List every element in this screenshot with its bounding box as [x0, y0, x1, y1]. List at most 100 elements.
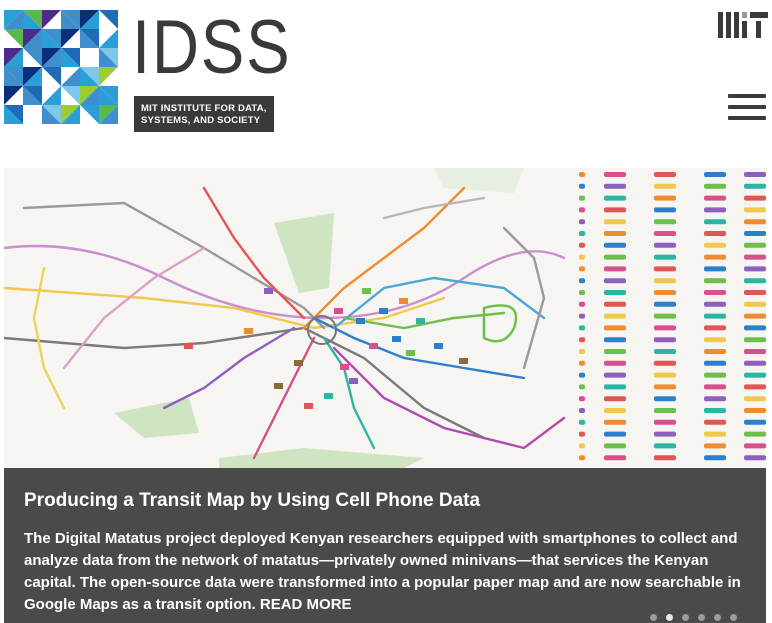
map-legend-entry [604, 372, 626, 378]
brand[interactable]: IDSS MIT INSTITUTE FOR DATA, SYSTEMS, AN… [132, 5, 317, 132]
map-legend-entry [654, 419, 676, 425]
map-station-marker [304, 403, 313, 409]
map-legend-entry [604, 254, 626, 260]
map-legend-entry [654, 172, 676, 177]
map-legend-entry [744, 231, 766, 236]
map-legend-entry [604, 337, 626, 343]
carousel-dot[interactable] [698, 614, 705, 621]
slide-body: The Digital Matatus project deployed Ken… [24, 528, 746, 616]
map-legend-entry [654, 254, 676, 260]
map-legend-entry [704, 195, 726, 201]
map-legend-entry [744, 419, 766, 425]
map-legend-entry [704, 231, 726, 236]
map-legend-entry [579, 384, 585, 390]
map-station-marker [362, 288, 371, 294]
map-legend-entry [704, 360, 726, 366]
carousel-dots [650, 608, 746, 621]
map-legend-entry [704, 278, 726, 284]
map-legend-entry [744, 408, 766, 413]
map-legend-entry [654, 337, 676, 343]
map-legend-entry [744, 207, 766, 213]
map-legend-entry [654, 372, 676, 378]
map-legend-entry [704, 455, 726, 461]
map-legend-entry [604, 195, 626, 201]
map-station-marker [324, 393, 333, 399]
transit-map-image[interactable] [4, 168, 766, 468]
map-legend-entry [604, 349, 626, 354]
map-station-marker [294, 360, 303, 366]
featured-slide[interactable]: Producing a Transit Map by Using Cell Ph… [4, 168, 766, 623]
map-legend-entry [604, 290, 626, 295]
map-legend-entry [744, 242, 766, 248]
map-legend-entry [744, 254, 766, 260]
map-legend-entry [704, 254, 726, 260]
map-legend-entry [704, 396, 726, 402]
map-legend-entry [604, 325, 626, 331]
map-legend-entry [654, 384, 676, 390]
map-legend-entry [744, 325, 766, 331]
hamburger-line-icon [728, 116, 766, 120]
map-legend-entry [654, 219, 676, 225]
map-legend-entry [654, 443, 676, 449]
map-legend-entry [704, 419, 726, 425]
menu-button[interactable] [728, 94, 766, 124]
brand-title: IDSS [132, 5, 292, 90]
map-legend-entry [654, 396, 676, 402]
map-legend-entry [654, 408, 676, 413]
map-legend-entry [704, 408, 726, 413]
map-legend-entry [744, 431, 766, 437]
hamburger-line-icon [728, 105, 766, 109]
map-legend-entry [604, 172, 626, 177]
map-station-marker [244, 328, 253, 334]
map-legend-entry [604, 266, 626, 272]
map-legend-entry [744, 301, 766, 307]
map-legend-entry [579, 219, 585, 225]
map-legend-entry [604, 207, 626, 213]
map-legend-entry [704, 431, 726, 437]
map-legend-entry [579, 443, 585, 449]
map-legend-entry [604, 408, 626, 413]
map-legend-entry [704, 290, 726, 295]
map-legend-entry [604, 313, 626, 319]
slide-title[interactable]: Producing a Transit Map by Using Cell Ph… [24, 488, 746, 514]
map-legend-entry [704, 372, 726, 378]
map-legend-entry [744, 396, 766, 402]
brand-subtitle-line2: SYSTEMS, AND SOCIETY [141, 115, 261, 126]
map-legend-entry [744, 195, 766, 201]
map-legend-entry [654, 455, 676, 461]
carousel-dot[interactable] [730, 614, 737, 621]
map-station-marker [264, 288, 273, 294]
map-legend-entry [579, 408, 585, 413]
map-legend-entry [744, 266, 766, 272]
map-legend-entry [654, 278, 676, 284]
map-legend-entry [604, 219, 626, 225]
slide-body-text: The Digital Matatus project deployed Ken… [24, 530, 741, 613]
map-legend-entry [604, 396, 626, 402]
map-legend-entry [654, 360, 676, 366]
map-legend-entry [579, 431, 585, 437]
map-legend-entry [744, 372, 766, 378]
map-legend-entry [604, 231, 626, 236]
map-legend-entry [654, 431, 676, 437]
idss-logo-mosaic-icon[interactable] [4, 10, 118, 124]
carousel-dot[interactable] [682, 614, 689, 621]
read-more-link[interactable]: READ MORE [260, 596, 352, 613]
map-legend-entry [579, 278, 585, 284]
map-legend-entry [579, 195, 585, 201]
map-legend-entry [579, 290, 585, 295]
map-station-marker [340, 364, 349, 370]
map-legend-entry [579, 301, 585, 307]
carousel-dot[interactable] [650, 614, 657, 621]
map-station-marker [434, 343, 443, 349]
map-legend-entry [604, 183, 626, 189]
carousel-dot[interactable] [714, 614, 721, 621]
map-legend-entry [744, 455, 766, 461]
carousel-dot[interactable] [666, 614, 673, 621]
map-station-marker [406, 350, 415, 356]
map-legend-entry [604, 443, 626, 449]
map-legend-entry [604, 431, 626, 437]
map-station-marker [459, 358, 468, 364]
mit-logo-icon[interactable] [718, 12, 768, 38]
map-legend-entry [604, 455, 626, 461]
map-legend-entry [744, 183, 766, 189]
